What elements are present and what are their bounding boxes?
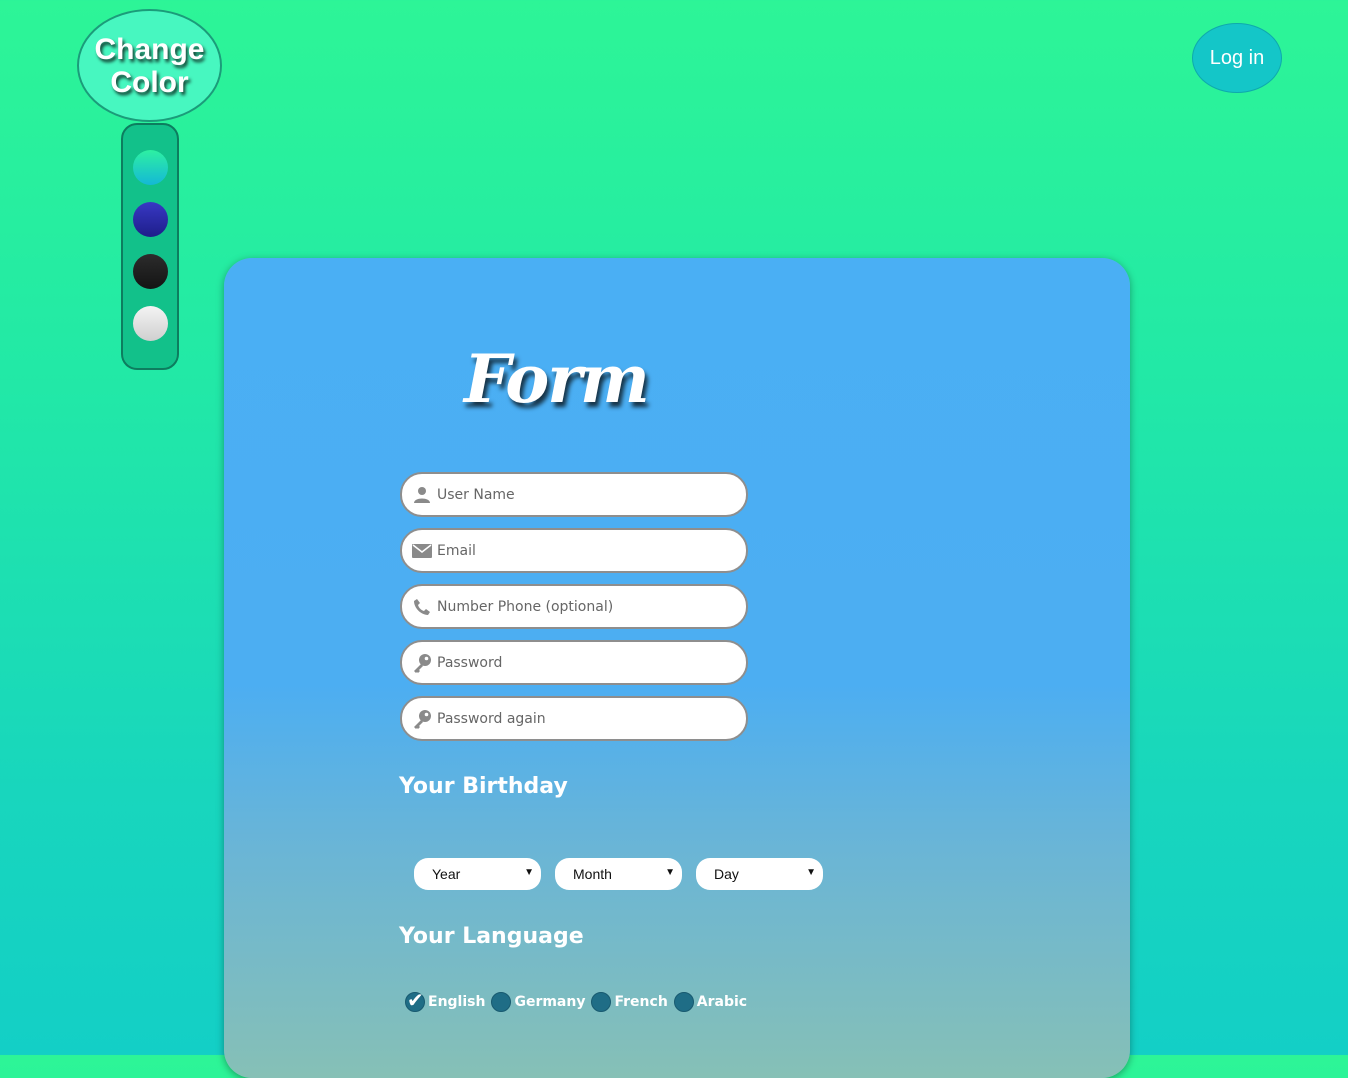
language-option-french[interactable]: French	[591, 992, 668, 1012]
checkbox-english[interactable]: ✔	[405, 988, 425, 1012]
swatch-white[interactable]	[133, 306, 168, 341]
check-icon: ✔	[407, 988, 424, 1012]
day-select[interactable]: Day ▼	[696, 858, 823, 890]
form-title: Form	[464, 340, 650, 418]
login-label: Log in	[1209, 46, 1265, 69]
language-label-english: English	[428, 994, 486, 1010]
day-select-value: Day	[714, 866, 739, 882]
password-input[interactable]	[437, 654, 727, 671]
username-field[interactable]	[400, 472, 748, 517]
year-select[interactable]: Year ▼	[414, 858, 541, 890]
password-again-input[interactable]	[437, 710, 727, 727]
phone-icon	[411, 596, 433, 618]
language-option-germany[interactable]: Germany	[491, 992, 585, 1012]
key-icon	[411, 708, 433, 730]
birthday-label: Your Birthday	[399, 774, 568, 799]
password-field[interactable]	[400, 640, 748, 685]
change-color-button[interactable]: Change Color	[77, 9, 222, 122]
language-label-arabic: Arabic	[696, 994, 748, 1010]
phone-field[interactable]	[400, 584, 748, 629]
year-select-value: Year	[432, 866, 461, 882]
key-icon	[411, 652, 433, 674]
checkbox-arabic[interactable]	[673, 992, 694, 1012]
username-input[interactable]	[437, 486, 727, 503]
month-select[interactable]: Month ▼	[555, 858, 682, 890]
swatch-black[interactable]	[133, 254, 168, 289]
form-card: Form Your Birthday Year ▼ Mont	[224, 258, 1130, 1078]
swatch-green-cyan[interactable]	[133, 150, 168, 185]
caret-down-icon: ▼	[524, 867, 534, 878]
month-select-value: Month	[573, 866, 612, 882]
login-button[interactable]: Log in	[1192, 23, 1282, 93]
change-color-label: Change Color	[94, 32, 205, 99]
user-icon	[411, 484, 433, 506]
email-field[interactable]	[400, 528, 748, 573]
password-again-field[interactable]	[400, 696, 748, 741]
color-palette	[121, 123, 179, 370]
phone-input[interactable]	[437, 598, 727, 615]
language-label: Your Language	[399, 924, 584, 949]
caret-down-icon: ▼	[665, 867, 675, 878]
language-label-germany: Germany	[514, 994, 586, 1010]
language-options: ✔ English Germany French Arabic	[405, 988, 753, 1012]
envelope-icon	[411, 540, 433, 562]
language-label-french: French	[614, 994, 668, 1010]
language-option-arabic[interactable]: Arabic	[673, 992, 748, 1012]
language-option-english[interactable]: ✔ English	[405, 988, 486, 1012]
checkbox-french[interactable]	[591, 992, 612, 1012]
swatch-blue[interactable]	[133, 202, 168, 237]
email-input[interactable]	[437, 542, 727, 559]
caret-down-icon: ▼	[806, 867, 816, 878]
checkbox-germany[interactable]	[491, 992, 512, 1012]
